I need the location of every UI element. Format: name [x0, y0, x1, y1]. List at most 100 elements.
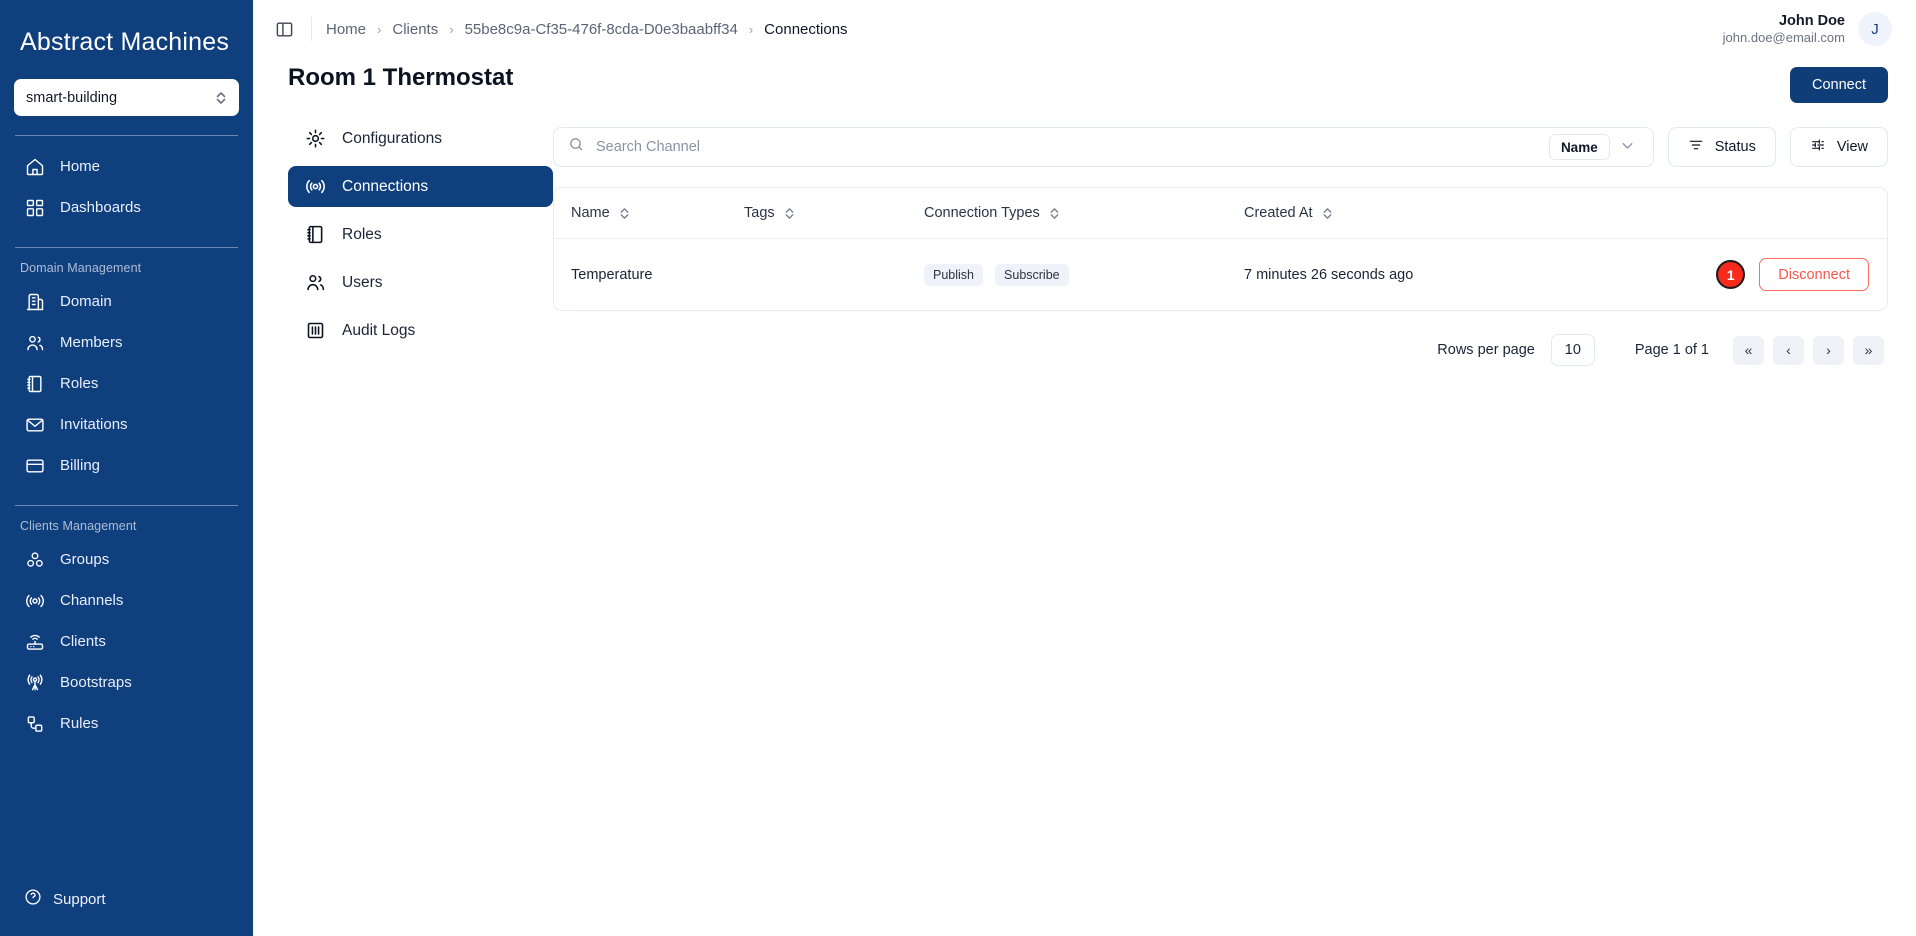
column-header-tags: Tags	[744, 188, 924, 239]
table-body: Temperature Publish Subscribe 7 minutes …	[554, 239, 1887, 311]
breadcrumb-separator: ›	[748, 21, 754, 37]
sidebar-section-clients-management: Clients Management	[20, 519, 137, 533]
disconnect-button[interactable]: Disconnect	[1759, 258, 1869, 291]
users-icon	[24, 332, 45, 353]
prev-page-button[interactable]: ‹	[1773, 335, 1804, 365]
next-page-button[interactable]: ›	[1813, 335, 1844, 365]
column-label: Name	[571, 205, 610, 221]
first-page-button[interactable]: «	[1733, 335, 1764, 365]
sidebar-item-label: Bootstraps	[60, 674, 132, 691]
sidebar-item-domain[interactable]: Domain	[6, 282, 247, 321]
sort-toggle-name[interactable]	[619, 206, 630, 221]
rows-per-page-selector[interactable]: 10	[1550, 334, 1595, 366]
domain-selector[interactable]: smart-building	[14, 79, 239, 116]
search-box[interactable]: Name	[553, 127, 1654, 167]
broadcast-icon	[24, 590, 45, 611]
card-icon	[24, 455, 45, 476]
sidebar-item-roles[interactable]: Roles	[6, 364, 247, 403]
users-icon	[304, 272, 326, 293]
sidebar-item-home[interactable]: Home	[6, 147, 247, 186]
sidebar-item-channels[interactable]: Channels	[6, 581, 247, 620]
annotation-marker: 1	[1716, 260, 1746, 289]
topbar-divider	[311, 17, 312, 41]
sidebar-item-groups[interactable]: Groups	[6, 540, 247, 579]
subnav-item-label: Users	[342, 273, 383, 291]
subnav-item-users[interactable]: Users	[288, 262, 553, 303]
content: Configurations Connections Roles Users A…	[253, 67, 1916, 366]
search-field-selector[interactable]: Name	[1548, 134, 1610, 160]
table-row[interactable]: Temperature Publish Subscribe 7 minutes …	[554, 239, 1887, 311]
home-icon	[24, 156, 45, 177]
help-circle-icon	[24, 888, 42, 910]
sidebar-section-domain-management: Domain Management	[20, 261, 142, 275]
chevron-down-icon[interactable]	[1610, 137, 1645, 157]
mail-icon	[24, 414, 45, 435]
subnav-item-label: Configurations	[342, 129, 442, 147]
avatar[interactable]: J	[1858, 12, 1892, 46]
domain-selector-value: smart-building	[26, 89, 118, 106]
last-page-button[interactable]: »	[1853, 335, 1884, 365]
sidebar-item-support[interactable]: Support	[0, 880, 253, 918]
rules-icon	[24, 713, 45, 734]
user-menu[interactable]: John Doe john.doe@email.com J	[1723, 12, 1892, 46]
sort-toggle-connection-types[interactable]	[1049, 206, 1060, 221]
breadcrumb-separator: ›	[449, 21, 454, 37]
sidebar-toggle-icon[interactable]	[271, 16, 297, 42]
audit-logs-icon	[304, 320, 326, 341]
connection-type-chip: Subscribe	[995, 263, 1069, 286]
broadcast-icon	[304, 176, 326, 197]
subnav-item-connections[interactable]: Connections	[288, 166, 553, 207]
sidebar-item-rules[interactable]: Rules	[6, 704, 247, 743]
user-name: John Doe	[1778, 12, 1845, 29]
sidebar-item-label: Domain	[60, 293, 112, 310]
main-area: Home › Clients › 55be8c9a-Cf35-476f-8cda…	[253, 0, 1916, 936]
search-input[interactable]	[585, 139, 1549, 155]
sidebar: Abstract Machines smart-building Home Da…	[0, 0, 253, 936]
subnav-item-audit-logs[interactable]: Audit Logs	[288, 310, 553, 351]
breadcrumb-separator: ›	[377, 21, 382, 37]
search-icon	[568, 136, 585, 158]
sliders-icon	[1810, 137, 1826, 157]
panel-actions: Connect	[553, 67, 1888, 103]
sidebar-item-label: Invitations	[60, 416, 128, 433]
sidebar-item-label: Support	[53, 890, 106, 908]
breadcrumb-item-clients[interactable]: Clients	[392, 21, 438, 38]
sidebar-item-label: Groups	[60, 551, 110, 568]
table-head: Name Tags Connection Types Created At	[554, 188, 1887, 239]
subnav-item-configurations[interactable]: Configurations	[288, 118, 553, 159]
column-header-created-at: Created At	[1244, 188, 1544, 239]
sidebar-item-billing[interactable]: Billing	[6, 446, 247, 485]
sidebar-item-bootstraps[interactable]: Bootstraps	[6, 663, 247, 702]
sort-toggle-tags[interactable]	[784, 206, 795, 221]
breadcrumb: Home › Clients › 55be8c9a-Cf35-476f-8cda…	[326, 21, 848, 38]
table-header-row: Name Tags Connection Types Created At	[554, 188, 1887, 239]
breadcrumb-item-home[interactable]: Home	[326, 21, 366, 38]
connections-table: Name Tags Connection Types Created At Te…	[554, 188, 1887, 310]
view-options-button[interactable]: View	[1789, 127, 1888, 167]
sidebar-item-dashboards[interactable]: Dashboards	[6, 188, 247, 227]
entity-subnav: Configurations Connections Roles Users A…	[253, 114, 553, 366]
topbar-left: Home › Clients › 55be8c9a-Cf35-476f-8cda…	[271, 16, 848, 42]
sidebar-item-members[interactable]: Members	[6, 323, 247, 362]
status-filter-button[interactable]: Status	[1667, 127, 1776, 167]
sort-toggle-created-at[interactable]	[1322, 206, 1333, 221]
brand-logo: Abstract Machines	[20, 28, 230, 56]
sidebar-item-invitations[interactable]: Invitations	[6, 405, 247, 444]
book-icon	[24, 373, 45, 394]
router-icon	[24, 631, 45, 652]
connections-panel: Connect Name	[553, 67, 1916, 366]
pagination: Rows per page 10 Page 1 of 1 « ‹ › »	[553, 311, 1888, 366]
connect-button[interactable]: Connect	[1789, 67, 1888, 103]
column-header-name: Name	[554, 188, 744, 239]
pagination-buttons: « ‹ › »	[1733, 335, 1884, 365]
breadcrumb-item-connections: Connections	[764, 20, 848, 38]
sidebar-item-clients[interactable]: Clients	[6, 622, 247, 661]
breadcrumb-item-client-id[interactable]: 55be8c9a-Cf35-476f-8cda-D0e3baabff34	[465, 21, 738, 38]
cell-tags	[744, 239, 924, 311]
subnav-item-roles[interactable]: Roles	[288, 214, 553, 255]
cell-created-at: 7 minutes 26 seconds ago	[1244, 266, 1414, 283]
sidebar-item-label: Roles	[60, 375, 99, 392]
groups-icon	[24, 549, 45, 570]
cell-name: Temperature	[571, 266, 653, 283]
column-label: Connection Types	[924, 205, 1040, 221]
